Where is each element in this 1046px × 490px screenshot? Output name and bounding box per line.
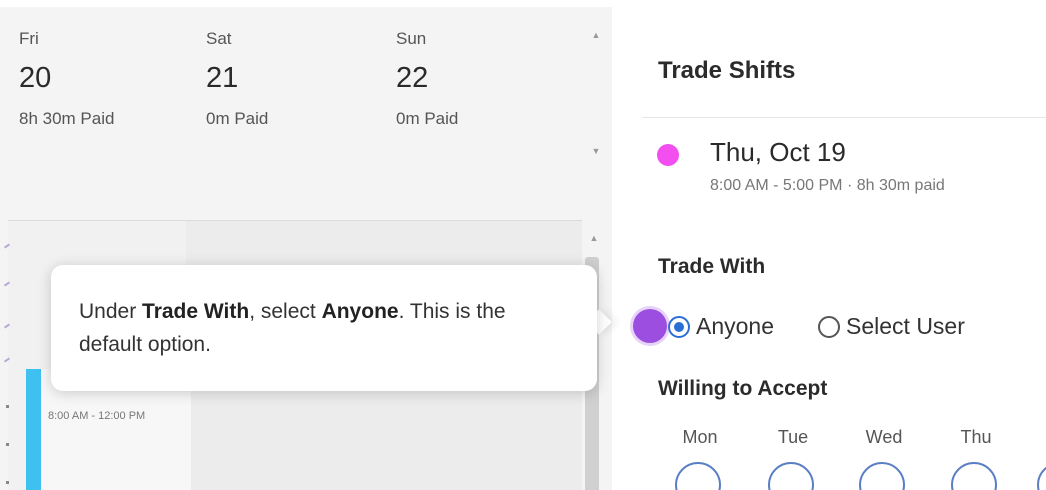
day-of-week: Fri <box>19 29 39 48</box>
panel-title: Trade Shifts <box>658 57 796 84</box>
scroll-up-arrow-icon[interactable]: ▲ <box>588 29 604 41</box>
day-of-week: Sun <box>396 29 427 48</box>
day-toggle-fri[interactable] <box>1037 462 1046 490</box>
day-column-fri[interactable]: Fri 20 8h 30m Paid <box>19 29 114 129</box>
body-scroll-up-arrow-icon[interactable]: ▲ <box>586 232 602 244</box>
edge-dot <box>6 405 9 408</box>
schedule-panel: Fri 20 8h 30m Paid Sat 21 0m Paid Sun 22… <box>0 0 612 490</box>
radio-label: Select User <box>846 313 965 339</box>
willing-to-accept-label: Willing to Accept <box>658 377 828 400</box>
header-scrollbar[interactable]: ▲ ▼ <box>588 29 604 159</box>
guide-tooltip: Under Trade With, select Anyone. This is… <box>51 265 597 391</box>
tooltip-text: Under <box>79 300 143 323</box>
shift-hours: 8:00 AM - 5:00 PM · 8h 30m paid <box>710 177 945 194</box>
shift-date: Thu, Oct 19 <box>710 137 846 167</box>
day-toggle-wed[interactable] <box>859 462 905 490</box>
paid-hours: 8h 30m Paid <box>19 109 115 128</box>
weekday-label: Thu <box>960 427 992 447</box>
paid-hours: 0m Paid <box>206 109 269 128</box>
shift-block[interactable] <box>26 369 41 490</box>
trade-with-label: Trade With <box>658 255 766 278</box>
title-divider <box>642 117 1046 118</box>
edge-dot <box>6 481 9 484</box>
shift-color-dot <box>657 144 679 166</box>
tooltip-bold-text: Trade With <box>142 300 250 323</box>
day-of-week: Sat <box>206 29 232 48</box>
radio-select-user[interactable]: Select User <box>818 313 965 340</box>
trade-shifts-panel: Trade Shifts Thu, Oct 19 8:00 AM - 5:00 … <box>612 0 1046 490</box>
shift-block-time: 8:00 AM - 12:00 PM <box>48 410 146 422</box>
day-column-sat[interactable]: Sat 21 0m Paid <box>206 29 268 129</box>
scroll-down-arrow-icon[interactable]: ▼ <box>588 145 604 157</box>
tooltip-text: , select <box>249 300 322 323</box>
radio-label: Anyone <box>696 313 775 339</box>
day-date: 20 <box>19 62 52 94</box>
weekday-label: Mon <box>682 427 718 447</box>
edge-dot <box>6 443 9 446</box>
paid-hours: 0m Paid <box>396 109 459 128</box>
day-column-sun[interactable]: Sun 22 0m Paid <box>396 29 458 129</box>
day-toggle-thu[interactable] <box>951 462 997 490</box>
weekday-label: Wed <box>865 427 903 447</box>
tooltip-bold-text: Anyone <box>321 300 399 323</box>
radio-button[interactable] <box>818 315 840 338</box>
day-date: 21 <box>206 62 239 94</box>
guide-hotspot-dot <box>633 309 667 343</box>
day-date: 22 <box>396 62 429 94</box>
day-toggle-tue[interactable] <box>768 462 814 490</box>
radio-anyone[interactable]: Anyone <box>668 313 774 340</box>
radio-button-checked[interactable] <box>668 315 690 338</box>
day-toggle-mon[interactable] <box>675 462 721 490</box>
weekday-label: Tue <box>777 427 809 447</box>
